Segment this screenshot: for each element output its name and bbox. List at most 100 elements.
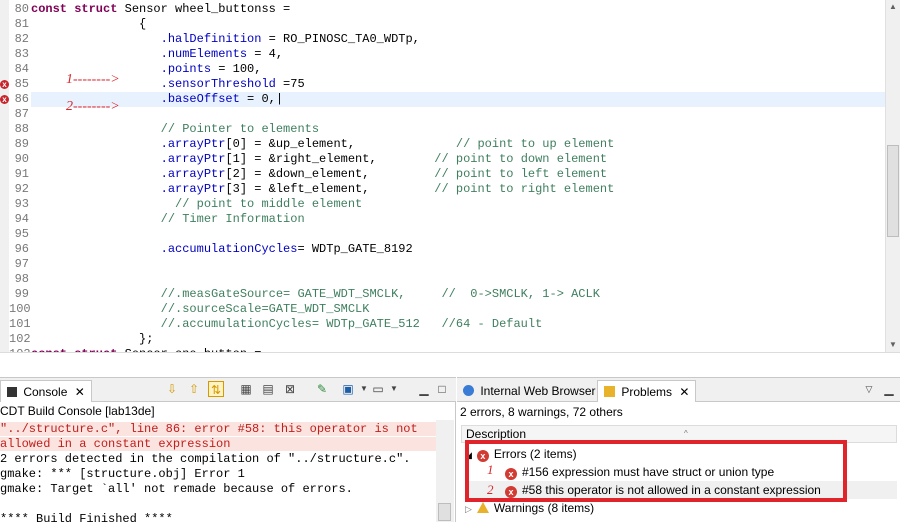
code-line[interactable]: // Pointer to elements xyxy=(31,122,319,137)
arrow-up-icon[interactable]: ⇧ xyxy=(186,381,202,397)
line-number: 82 xyxy=(14,32,29,46)
code-line[interactable]: //.measGateSource= GATE_WDT_SMCLK, // 0-… xyxy=(31,287,600,302)
code-token: .accumulationCycles xyxy=(160,242,298,256)
code-line[interactable]: { xyxy=(31,17,146,32)
line-number: 83 xyxy=(14,47,29,61)
tab-internal-web-browser[interactable]: Internal Web Browser xyxy=(457,380,602,402)
scroll-lock-icon[interactable]: ⇅ xyxy=(208,381,224,397)
chevron-down-icon[interactable]: ▼ xyxy=(386,381,402,397)
globe-icon xyxy=(463,385,474,396)
code-token: = 100, xyxy=(211,62,262,76)
code-line[interactable]: // point to middle element xyxy=(31,197,362,212)
minimize-icon[interactable]: ▁ xyxy=(881,381,897,397)
code-line[interactable]: }; xyxy=(31,332,153,347)
close-icon[interactable]: ✕ xyxy=(679,385,689,399)
tab-problems-label: Problems xyxy=(621,385,673,399)
code-token: // point to left element xyxy=(434,167,608,181)
console-icon xyxy=(7,387,17,397)
line-number: 91 xyxy=(14,167,29,181)
code-token: // point to right element xyxy=(434,182,615,196)
open-console-icon[interactable]: ▭ xyxy=(370,381,386,397)
annotation-arrow-1: 1--------> xyxy=(66,72,120,87)
tab-console[interactable]: Console ✕ xyxy=(0,380,92,402)
line-number: 99 xyxy=(14,287,29,301)
code-line[interactable]: //.accumulationCycles= WDTp_GATE_512 //6… xyxy=(31,317,543,332)
code-token: = WDTp_GATE_8192 xyxy=(297,242,413,256)
line-number: 101 xyxy=(9,317,31,331)
code-line[interactable]: .arrayPtr[1] = &right_element, // point … xyxy=(31,152,607,167)
console-view: Console ✕ ⇩ ⇧ ⇅ ▦ ▤ ⊠ ✎ ▣ ▼ ▭ ▼ ▁ □ CDT … xyxy=(0,377,456,522)
line-number: 87 xyxy=(14,107,29,121)
tab-problems[interactable]: Problems ✕ xyxy=(597,380,697,402)
display-console-icon[interactable]: ▣ xyxy=(340,381,356,397)
line-number: 85 xyxy=(14,77,29,91)
problems-summary: 2 errors, 8 warnings, 72 others xyxy=(460,405,623,419)
code-line[interactable]: .numElements = 4, xyxy=(31,47,283,62)
line-number: 94 xyxy=(14,212,29,226)
scroll-up-icon[interactable]: ▲ xyxy=(886,0,900,14)
code-line[interactable]: // Timer Information xyxy=(31,212,305,227)
code-token: .arrayPtr xyxy=(160,137,226,151)
expand-arrow-icon[interactable]: ▷ xyxy=(465,504,472,514)
close-icon[interactable]: ✕ xyxy=(75,385,85,399)
error-marker-icon[interactable]: x xyxy=(0,95,9,104)
copy-icon[interactable]: ▦ xyxy=(238,381,254,397)
code-editor[interactable]: 80 81 82 83 84 85 86 87 88 89 90 91 92 93 94 95 96 97 98 99… xyxy=(0,0,900,352)
minimize-icon[interactable]: ▁ xyxy=(416,381,432,397)
line-number-gutter: 80 81 82 83 84 85 86 87 88 89 90 91 92 93 94 95 96 97 98 99… xyxy=(9,0,31,352)
code-token: .arrayPtr xyxy=(160,167,226,181)
code-token: =75 xyxy=(275,77,305,91)
line-number: 80 xyxy=(14,2,29,16)
code-line[interactable]: .halDefinition = RO_PINOSC_TA0_WDTp, xyxy=(31,32,420,47)
paste-icon[interactable]: ▤ xyxy=(260,381,276,397)
code-line[interactable]: .arrayPtr[3] = &left_element, // point t… xyxy=(31,182,615,197)
code-token: { xyxy=(31,17,147,31)
code-token: = 4, xyxy=(247,47,284,61)
arrow-down-icon[interactable]: ⇩ xyxy=(164,381,180,397)
code-token: = RO_PINOSC_TA0_WDTp, xyxy=(261,32,420,46)
code-token: // Timer Information xyxy=(160,212,305,226)
tab-browser-label: Internal Web Browser xyxy=(480,384,596,398)
code-line[interactable]: .arrayPtr[0] = &up_element, // point to … xyxy=(31,137,615,152)
console-line: gmake: *** [structure.obj] Error 1 xyxy=(0,467,245,481)
line-number: 97 xyxy=(14,257,29,271)
line-number: 96 xyxy=(14,242,29,256)
code-token: = 0,| xyxy=(239,92,284,106)
tab-console-label: Console xyxy=(23,385,68,399)
console-name: CDT Build Console [lab13de] xyxy=(0,404,155,418)
line-number: 102 xyxy=(9,332,31,346)
code-line[interactable]: //.sourceScale=GATE_WDT_SMCLK xyxy=(31,302,370,317)
code-token: .numElements xyxy=(160,47,248,61)
line-number: 98 xyxy=(14,272,29,286)
line-number: 86 xyxy=(14,92,29,106)
view-menu-icon[interactable]: ▽ xyxy=(861,381,877,397)
code-line[interactable]: .arrayPtr[2] = &down_element, // point t… xyxy=(31,167,607,182)
error-marker-icon[interactable]: x xyxy=(0,80,9,89)
console-scroll-thumb[interactable] xyxy=(438,503,451,521)
code-token: [2] = &down_element, xyxy=(225,167,435,181)
scroll-down-icon[interactable]: ▼ xyxy=(886,338,900,352)
line-number: 84 xyxy=(14,62,29,76)
code-token: // point to up element xyxy=(455,137,615,151)
column-description-label: Description xyxy=(466,427,527,441)
console-line: 2 errors detected in the compilation of … xyxy=(0,452,411,466)
maximize-icon[interactable]: □ xyxy=(434,381,450,397)
clear-console-icon[interactable]: ⊠ xyxy=(282,381,298,397)
code-token: const struct xyxy=(31,2,125,16)
code-line[interactable]: const struct Sensor wheel_buttonss = xyxy=(31,2,290,17)
code-token: // Pointer to elements xyxy=(160,122,320,136)
line-number: 95 xyxy=(14,227,29,241)
code-line[interactable]: .accumulationCycles= WDTp_GATE_8192 xyxy=(31,242,413,257)
pin-console-icon[interactable]: ✎ xyxy=(314,381,330,397)
editor-scroll-thumb[interactable] xyxy=(887,145,899,237)
